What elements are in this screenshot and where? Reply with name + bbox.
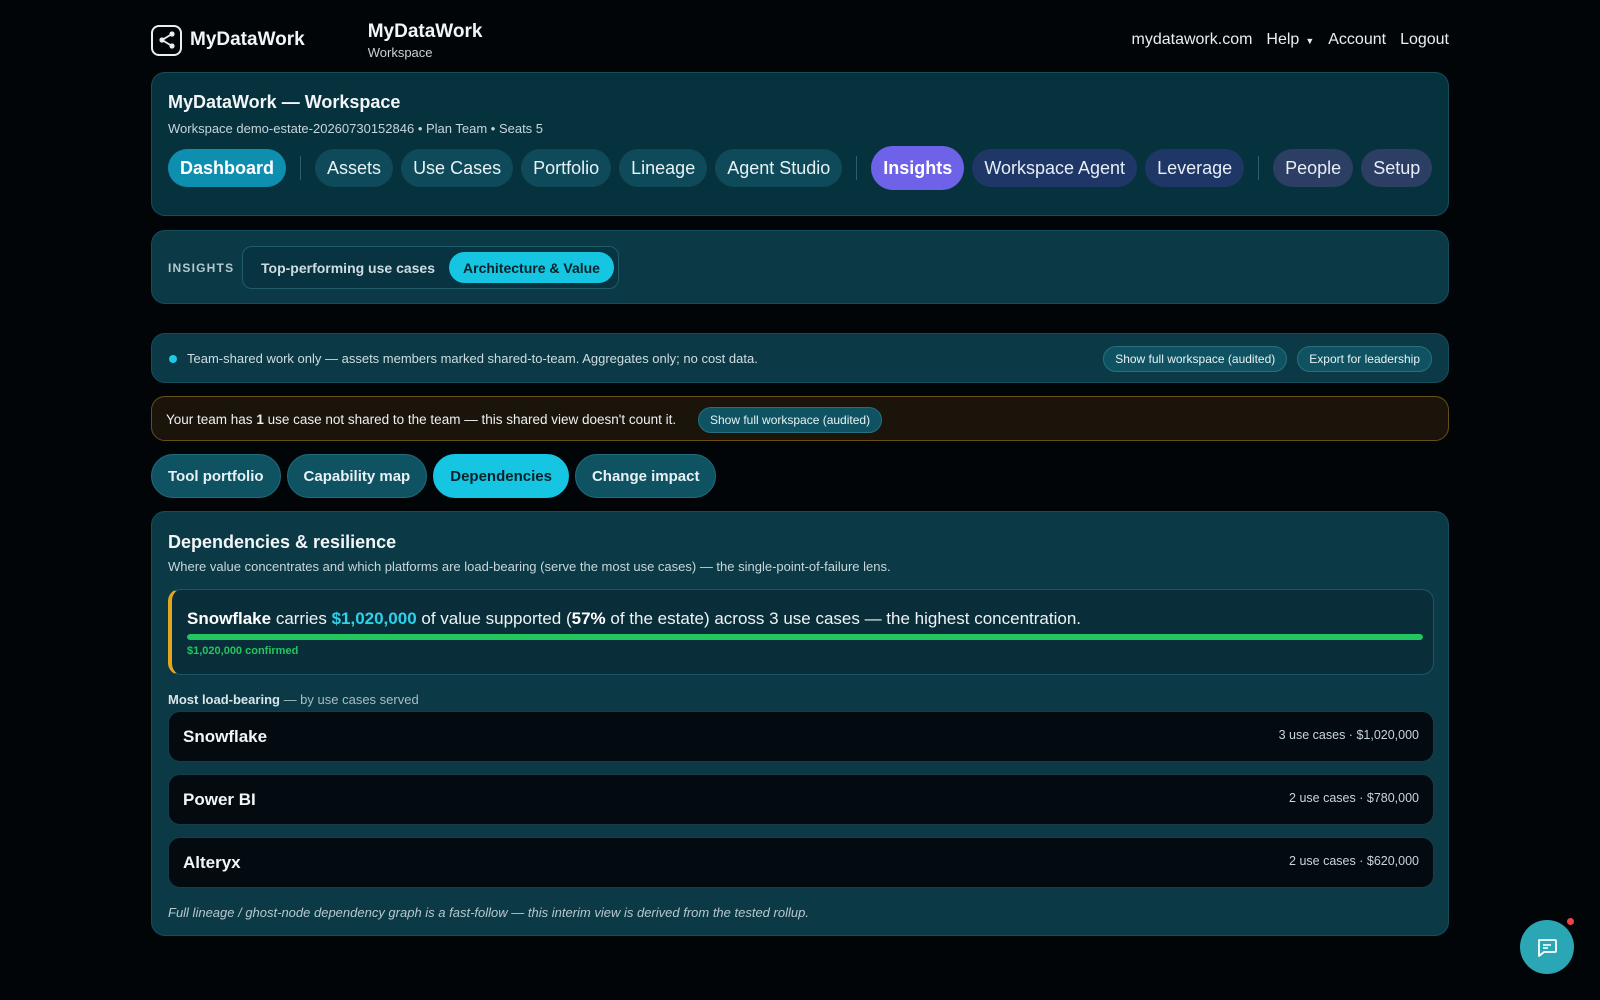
logo[interactable]: MyDataWork [151, 24, 305, 56]
share-icon [151, 24, 182, 56]
scope-text: Team-shared work only — assets members m… [187, 351, 758, 366]
nav-divider [300, 156, 302, 180]
nav-divider [1258, 156, 1260, 180]
workspace-title: MyDataWork [367, 20, 483, 42]
nav-divider [856, 156, 858, 180]
nav-insights[interactable]: Insights [871, 146, 965, 190]
tab-dependencies[interactable]: Dependencies [433, 454, 569, 498]
list-item[interactable]: Alteryx 2 use cases · $620,000 [168, 837, 1434, 888]
unshared-warning: Your team has 1 use case not shared to t… [151, 396, 1449, 441]
highlight-platform: Snowflake [187, 609, 272, 628]
workspace-meta: Workspace demo-estate-20260730152846 • P… [168, 121, 544, 136]
platform-name: Alteryx [183, 853, 241, 872]
status-dot-icon [169, 355, 177, 363]
export-leadership-button[interactable]: Export for leadership [1297, 346, 1432, 372]
load-bearing-suffix: — by use cases served [279, 692, 419, 707]
load-bearing-label: Most load-bearing [168, 692, 280, 707]
site-link[interactable]: mydatawork.com [1132, 31, 1253, 49]
nav-setup[interactable]: Setup [1361, 149, 1433, 187]
warning-prefix: Your team has [166, 412, 257, 427]
tab-capability-map[interactable]: Capability map [286, 454, 428, 498]
list-item[interactable]: Power BI 2 use cases · $780,000 [168, 774, 1434, 825]
top-nav: mydatawork.com Help ▼ Account Logout [1132, 31, 1450, 49]
nav-portfolio[interactable]: Portfolio [521, 149, 612, 187]
platform-meta: 2 use cases · $620,000 [1289, 854, 1419, 868]
list-item[interactable]: Snowflake 3 use cases · $1,020,000 [168, 711, 1434, 762]
nav-people[interactable]: People [1273, 149, 1354, 187]
architecture-tabs: Tool portfolio Capability map Dependenci… [151, 454, 717, 498]
segment-architecture-value[interactable]: Architecture & Value [449, 252, 614, 283]
warning-text: Your team has 1 use case not shared to t… [166, 412, 676, 427]
workspace-heading: MyDataWork Workspace [368, 21, 483, 60]
concentration-highlight: Snowflake carries $1,020,000 of value su… [168, 589, 1434, 675]
tab-tool-portfolio[interactable]: Tool portfolio [151, 454, 281, 498]
confirmed-progress-bar [187, 634, 1423, 640]
insights-bar: INSIGHTS Top-performing use cases Archit… [151, 230, 1449, 304]
platform-meta: 3 use cases · $1,020,000 [1278, 728, 1419, 742]
help-menu[interactable]: Help ▼ [1266, 31, 1314, 49]
segment-top-performing[interactable]: Top-performing use cases [247, 252, 449, 283]
nav-workspace-agent[interactable]: Workspace Agent [972, 149, 1138, 187]
notification-dot [1567, 918, 1574, 925]
warning-suffix: use case not shared to the team — this s… [263, 412, 677, 427]
scope-actions: Show full workspace (audited) Export for… [1103, 346, 1432, 372]
confirmed-progress-fill [187, 634, 1423, 640]
insights-label: INSIGHTS [168, 261, 235, 275]
nav-use-cases[interactable]: Use Cases [401, 149, 514, 187]
help-label: Help [1266, 31, 1300, 48]
chat-button[interactable] [1520, 920, 1574, 974]
dependencies-title: Dependencies & resilience [168, 532, 397, 552]
load-bearing-heading: Most load-bearing — by use cases served [168, 692, 419, 707]
highlight-rest: of the estate) across 3 use cases — the … [605, 609, 1081, 628]
logout-link[interactable]: Logout [1400, 31, 1449, 49]
top-bar: MyDataWork MyDataWork Workspace mydatawo… [151, 18, 1449, 62]
nav-lineage[interactable]: Lineage [619, 149, 708, 187]
scope-notice: Team-shared work only — assets members m… [151, 333, 1449, 383]
highlight-of-value: of value supported ( [416, 609, 572, 628]
workspace-subtitle: Workspace [367, 44, 433, 60]
nav-leverage[interactable]: Leverage [1145, 149, 1245, 187]
workspace-card: MyDataWork — Workspace Workspace demo-es… [151, 72, 1449, 216]
dependencies-subtitle: Where value concentrates and which platf… [168, 559, 891, 574]
warning-count: 1 [256, 412, 264, 427]
insights-segmented-control: Top-performing use cases Architecture & … [242, 246, 619, 289]
highlight-percent: 57% [571, 609, 606, 628]
caret-down-icon: ▼ [1305, 36, 1315, 46]
platform-meta: 2 use cases · $780,000 [1289, 791, 1419, 805]
platform-name: Power BI [183, 790, 256, 809]
highlight-value: $1,020,000 [331, 609, 417, 628]
account-link[interactable]: Account [1328, 31, 1386, 49]
dependencies-panel: Dependencies & resilience Where value co… [151, 511, 1449, 936]
nav-assets[interactable]: Assets [315, 149, 394, 187]
confirmed-label: $1,020,000 confirmed [187, 645, 299, 657]
logo-name: MyDataWork [190, 29, 305, 50]
show-full-workspace-button[interactable]: Show full workspace (audited) [1103, 346, 1288, 372]
tab-change-impact[interactable]: Change impact [574, 454, 717, 498]
dependencies-footnote: Full lineage / ghost-node dependency gra… [168, 905, 809, 920]
workspace-card-title: MyDataWork — Workspace [168, 92, 401, 112]
nav-dashboard[interactable]: Dashboard [168, 149, 287, 187]
concentration-text: Snowflake carries $1,020,000 of value su… [187, 609, 1081, 629]
nav-agent-studio[interactable]: Agent Studio [715, 149, 843, 187]
main-nav: Dashboard Assets Use Cases Portfolio Lin… [168, 146, 1440, 190]
platform-name: Snowflake [183, 727, 268, 746]
chat-icon [1538, 939, 1557, 957]
warning-show-full-button[interactable]: Show full workspace (audited) [698, 407, 883, 433]
highlight-carries: carries [271, 609, 332, 628]
